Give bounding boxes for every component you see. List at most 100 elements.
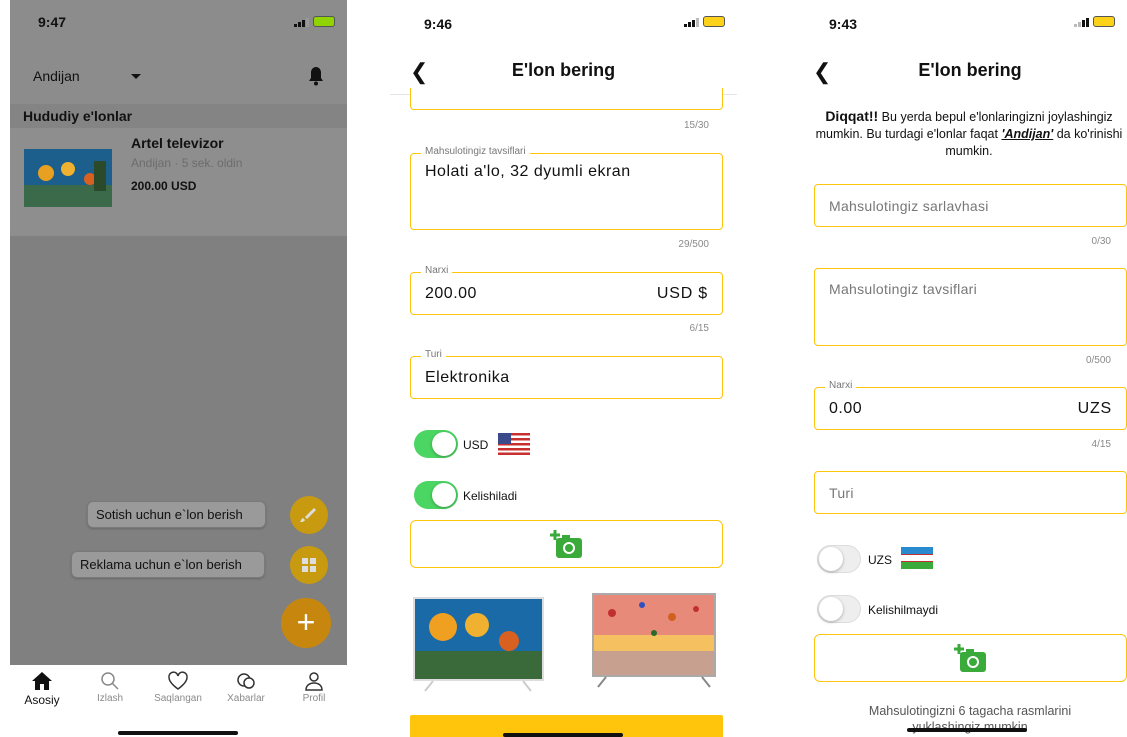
chat-icon (237, 673, 255, 689)
battery-icon (703, 16, 725, 27)
tab-label: Xabarlar (227, 693, 265, 704)
price-counter: 6/15 (689, 323, 709, 334)
title-field[interactable] (410, 88, 723, 110)
status-time: 9:46 (424, 16, 453, 32)
tab-profile[interactable]: Profil (282, 667, 346, 704)
tab-label: Profil (302, 693, 326, 704)
uz-flag-icon (901, 547, 933, 569)
location-select[interactable]: Andijan (33, 68, 80, 84)
page-title: E'lon bering (918, 60, 1022, 80)
description-counter: 0/500 (1085, 355, 1111, 366)
promo-ad-label[interactable]: Reklama uchun e`lon berish (71, 551, 265, 578)
price-value: 200.00 (425, 285, 477, 302)
signal-icon (294, 18, 309, 27)
price-value: 0.00 (829, 400, 863, 417)
ad-form-empty: 9:43 ❮ E'lon bering Diqqat!! Bu yerda be… (795, 0, 1127, 737)
section-title: Hududiy e'lonlar (10, 104, 347, 128)
negotiable-toggle[interactable] (817, 595, 861, 623)
status-bar: 9:43 (795, 0, 1127, 40)
page-title: E'lon bering (511, 60, 616, 80)
tab-label: Asosiy (24, 693, 60, 707)
type-field[interactable]: Turi Elektronika (410, 349, 723, 399)
type-value: Elektronika (425, 369, 510, 386)
description-value: Holati a'lo, 32 dyumli ekran (425, 163, 631, 180)
status-bar: 9:47 (10, 0, 347, 40)
negotiable-toggle-label: Kelishiladi (463, 489, 518, 503)
field-label: Narxi (421, 265, 453, 276)
toggle-knob (819, 547, 843, 571)
price-field[interactable]: Narxi 0.00 UZS (814, 380, 1127, 430)
type-field[interactable]: Turi (814, 471, 1127, 514)
grid-icon (302, 558, 316, 572)
chevron-down-icon[interactable] (131, 74, 141, 79)
heart-icon (168, 671, 188, 690)
tab-saved[interactable]: Saqlangan (146, 667, 210, 704)
battery-icon (313, 16, 335, 27)
ad-form-filled: 9:46 ❮ E'lon bering 15/30 Mahsulotingiz … (390, 0, 737, 737)
camera-add-icon (550, 530, 582, 558)
sell-ad-label[interactable]: Sotish uchun e`lon berish (87, 501, 266, 528)
signal-icon (684, 18, 699, 27)
listing-image (24, 149, 112, 207)
status-time: 9:43 (829, 16, 858, 32)
bell-icon[interactable] (308, 66, 324, 86)
status-bar: 9:46 (390, 0, 737, 40)
search-icon (101, 672, 119, 690)
battery-icon (1093, 16, 1115, 27)
add-photo-button[interactable] (814, 634, 1127, 682)
camera-add-icon (954, 644, 986, 672)
tab-messages[interactable]: Xabarlar (214, 667, 278, 704)
sell-ad-button[interactable] (290, 496, 328, 534)
listing-meta: Andijan · 5 sek. oldin (131, 156, 243, 170)
negotiable-toggle-label: Kelishilmaydi (868, 603, 939, 617)
home-indicator (503, 733, 623, 737)
toggle-knob (432, 432, 456, 456)
home-indicator (907, 728, 1027, 732)
currency-toggle[interactable] (414, 430, 458, 458)
listing-card[interactable]: Artel televizor Andijan · 5 sek. oldin 2… (10, 128, 347, 236)
currency-toggle-label: UZS (868, 553, 892, 567)
status-time: 9:47 (38, 14, 67, 30)
notice-region: 'Andijan' (1001, 127, 1054, 141)
home-icon (32, 672, 52, 690)
home-screen: 9:47 Andijan Hududiy e'lonlar Artel tele… (10, 0, 347, 737)
title-placeholder: Mahsulotingiz sarlavhasi (829, 198, 989, 214)
currency-toggle-label: USD (463, 438, 489, 452)
type-placeholder: Turi (829, 485, 854, 501)
user-icon (305, 672, 323, 691)
signal-icon (1074, 18, 1089, 27)
notice-text: Diqqat!! Bu yerda bepul e'lonlaringizni … (807, 108, 1127, 160)
us-flag-icon (498, 433, 530, 455)
brush-icon (300, 508, 316, 522)
tab-bar: Asosiy Izlash Saqlangan Xabarlar Profil (10, 665, 347, 737)
currency-toggle[interactable] (817, 545, 861, 573)
plus-icon[interactable]: + (281, 598, 331, 648)
price-currency: USD $ (656, 285, 708, 302)
add-photo-button[interactable] (410, 520, 723, 568)
description-counter: 29/500 (678, 239, 709, 250)
description-field[interactable]: Mahsulotingiz tavsiflari (814, 268, 1127, 346)
field-label: Turi (421, 349, 446, 360)
tab-label: Saqlangan (154, 693, 202, 704)
promo-ad-button[interactable] (290, 546, 328, 584)
tab-home[interactable]: Asosiy (10, 667, 74, 707)
toggle-knob (819, 597, 843, 621)
listing-title: Artel televizor (131, 135, 224, 151)
negotiable-toggle[interactable] (414, 481, 458, 509)
title-field[interactable]: Mahsulotingiz sarlavhasi (814, 184, 1127, 227)
title-counter: 0/30 (1091, 236, 1111, 247)
home-indicator (118, 731, 238, 735)
title-counter: 15/30 (683, 120, 709, 131)
tab-search[interactable]: Izlash (78, 667, 142, 704)
price-field[interactable]: Narxi 200.00 USD $ (410, 265, 723, 315)
tab-label: Izlash (96, 693, 124, 704)
field-label: Narxi (825, 380, 857, 391)
description-field[interactable]: Mahsulotingiz tavsiflari Holati a'lo, 32… (410, 146, 723, 230)
field-label: Mahsulotingiz tavsiflari (421, 146, 530, 157)
photo-thumbnail-1[interactable] (413, 595, 544, 695)
toggle-knob (432, 483, 456, 507)
description-placeholder: Mahsulotingiz tavsiflari (829, 281, 978, 297)
price-counter: 4/15 (1091, 439, 1111, 450)
listing-price: 200.00 USD (131, 179, 197, 193)
photo-thumbnail-2[interactable] (592, 593, 716, 689)
